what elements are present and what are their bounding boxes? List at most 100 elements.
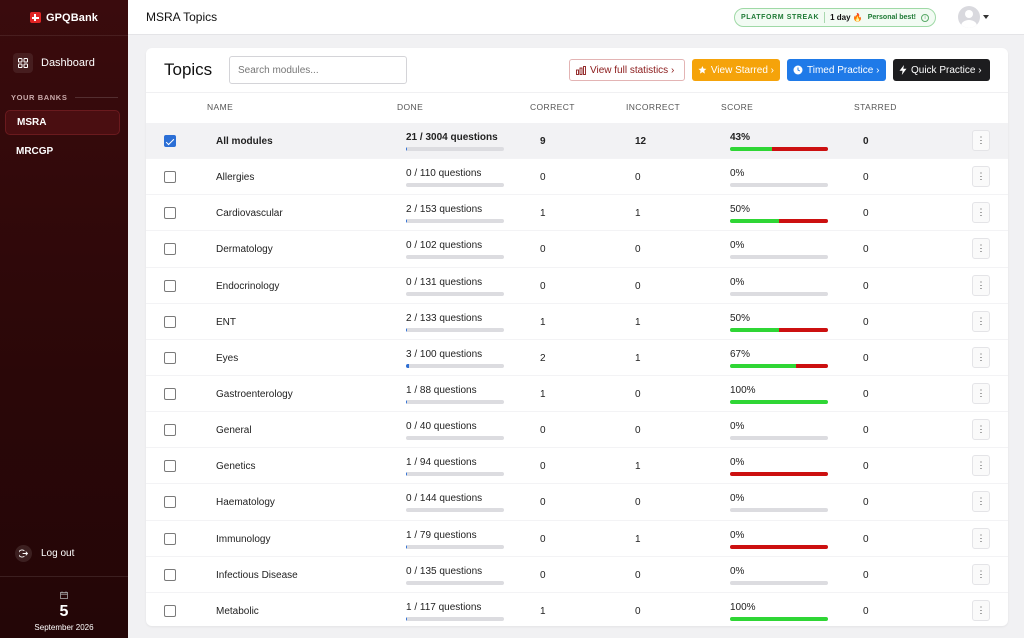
row-checkbox[interactable] — [164, 315, 176, 328]
module-name[interactable]: All modules — [216, 136, 273, 147]
incorrect-count: 0 — [635, 280, 641, 292]
column-header-score[interactable]: SCORE — [721, 102, 753, 112]
table-row-total[interactable]: All modules 21 / 3004 questions 9 12 43% 0 ⋮ — [146, 123, 1008, 160]
row-checkbox[interactable] — [164, 207, 176, 220]
date-day: 5 — [59, 603, 69, 620]
more-options-icon[interactable]: ⋮ — [972, 419, 990, 441]
row-checkbox[interactable] — [164, 351, 176, 364]
brand[interactable]: GPQBank — [0, 0, 128, 36]
table-row[interactable]: Dermatology 0 / 102 questions 0 0 0% 0 ⋮ — [146, 231, 1008, 268]
streak-note: Personal best! — [867, 14, 916, 21]
correct-count: 0 — [540, 172, 546, 184]
row-checkbox[interactable] — [164, 460, 176, 473]
module-name[interactable]: Eyes — [216, 353, 238, 364]
quick-practice-button[interactable]: Quick Practice › — [893, 59, 990, 81]
column-header-correct[interactable]: CORRECT — [530, 102, 575, 112]
table-row[interactable]: General 0 / 40 questions 0 0 0% 0 ⋮ — [146, 412, 1008, 449]
view-statistics-button[interactable]: View full statistics › — [569, 59, 685, 81]
row-checkbox[interactable] — [164, 243, 176, 256]
score-incorrect-fill — [730, 544, 828, 549]
row-checkbox[interactable] — [164, 424, 176, 437]
streak-badge[interactable]: PLATFORM STREAK 1 day 🔥 Personal best! i — [734, 8, 936, 27]
column-header-done[interactable]: DONE — [397, 102, 423, 112]
more-options-icon[interactable]: ⋮ — [972, 166, 990, 188]
avatar[interactable] — [958, 6, 980, 28]
module-name[interactable]: Genetics — [216, 461, 255, 472]
row-checkbox[interactable] — [164, 604, 176, 617]
module-name[interactable]: Gastroenterology — [216, 389, 293, 400]
nav-dashboard[interactable]: Dashboard — [13, 53, 95, 73]
more-options-icon[interactable]: ⋮ — [972, 527, 990, 549]
row-checkbox[interactable] — [164, 171, 176, 184]
module-name[interactable]: Endocrinology — [216, 281, 279, 292]
more-options-icon[interactable]: ⋮ — [972, 202, 990, 224]
score-incorrect-fill — [772, 147, 828, 151]
module-name[interactable]: Immunology — [216, 534, 270, 545]
starred-count: 0 — [863, 605, 869, 617]
row-checkbox[interactable] — [164, 279, 176, 292]
table-row[interactable]: Gastroenterology 1 / 88 questions 1 0 100% 0 ⋮ — [146, 376, 1008, 413]
correct-count: 0 — [540, 425, 546, 437]
view-starred-button[interactable]: View Starred › — [692, 59, 780, 81]
score-correct-fill — [730, 363, 796, 368]
more-options-icon[interactable]: ⋮ — [972, 599, 990, 621]
row-checkbox[interactable] — [164, 532, 176, 545]
timed-practice-button[interactable]: Timed Practice › — [787, 59, 886, 81]
starred-count: 0 — [863, 244, 869, 256]
table-row[interactable]: Immunology 1 / 79 questions 0 1 0% 0 ⋮ — [146, 521, 1008, 557]
banks-heading: YOUR BANKS — [11, 93, 118, 102]
column-header-starred[interactable]: STARRED — [854, 102, 897, 112]
table-row[interactable]: ENT 2 / 133 questions 1 1 50% 0 ⋮ — [146, 304, 1008, 340]
module-name[interactable]: Infectious Disease — [216, 570, 298, 581]
score-bar — [730, 472, 828, 477]
chevron-down-icon[interactable] — [983, 15, 989, 19]
table-row[interactable]: Endocrinology 0 / 131 questions 0 0 0% 0 ⋮ — [146, 268, 1008, 304]
logout-button[interactable]: Log out — [15, 545, 74, 562]
starred-count: 0 — [863, 136, 869, 147]
score-percent: 0% — [730, 565, 745, 577]
view-starred-label: View Starred › — [710, 64, 774, 76]
done-progress-bar — [406, 327, 504, 332]
done-count: 1 / 79 questions — [406, 529, 477, 541]
more-options-icon[interactable]: ⋮ — [972, 274, 990, 296]
table-row[interactable]: Genetics 1 / 94 questions 0 1 0% 0 ⋮ — [146, 448, 1008, 485]
more-options-icon[interactable]: ⋮ — [972, 455, 990, 477]
more-options-icon[interactable]: ⋮ — [972, 491, 990, 513]
module-name[interactable]: Allergies — [216, 172, 254, 183]
table-row[interactable]: Metabolic 1 / 117 questions 1 0 100% 0 ⋮ — [146, 593, 1008, 626]
table-row[interactable]: Eyes 3 / 100 questions 2 1 67% 0 ⋮ — [146, 340, 1008, 376]
column-header-incorrect[interactable]: INCORRECT — [626, 102, 680, 112]
module-name[interactable]: Haematology — [216, 497, 275, 508]
more-options-icon[interactable]: ⋮ — [972, 346, 990, 368]
table-row[interactable]: Haematology 0 / 144 questions 0 0 0% 0 ⋮ — [146, 484, 1008, 521]
more-options-icon[interactable]: ⋮ — [972, 238, 990, 260]
correct-count: 2 — [540, 352, 546, 364]
more-options-icon[interactable]: ⋮ — [972, 563, 990, 585]
sidebar-item-mrcgp[interactable]: MRCGP — [5, 139, 120, 164]
row-checkbox[interactable] — [164, 568, 176, 581]
module-name[interactable]: Cardiovascular — [216, 208, 283, 219]
table-row[interactable]: Infectious Disease 0 / 135 questions 0 0 0% 0… — [146, 557, 1008, 593]
sidebar-item-label: MRCGP — [16, 146, 54, 157]
score-correct-fill — [730, 327, 779, 332]
column-header-name[interactable]: NAME — [207, 102, 233, 112]
info-icon[interactable]: i — [921, 13, 929, 22]
module-name[interactable]: Dermatology — [216, 244, 273, 255]
module-name[interactable]: ENT — [216, 317, 236, 328]
module-name[interactable]: General — [216, 425, 252, 436]
table-row[interactable]: Allergies 0 / 110 questions 0 0 0% 0 ⋮ — [146, 159, 1008, 196]
more-options-icon[interactable]: ⋮ — [972, 382, 990, 404]
row-checkbox[interactable] — [164, 496, 176, 509]
module-name[interactable]: Metabolic — [216, 606, 259, 617]
done-progress-bar — [406, 508, 504, 513]
table-row[interactable]: Cardiovascular 2 / 153 questions 1 1 50% 0 ⋮ — [146, 195, 1008, 232]
score-percent: 43% — [730, 132, 751, 143]
more-options-icon[interactable]: ⋮ — [972, 130, 990, 151]
incorrect-count: 1 — [635, 533, 641, 545]
row-checkbox[interactable] — [164, 387, 176, 400]
more-options-icon[interactable]: ⋮ — [972, 310, 990, 332]
row-checkbox[interactable] — [164, 135, 176, 147]
incorrect-count: 1 — [635, 461, 641, 473]
sidebar-item-msra[interactable]: MSRA — [5, 110, 120, 135]
search-input[interactable] — [229, 56, 407, 84]
